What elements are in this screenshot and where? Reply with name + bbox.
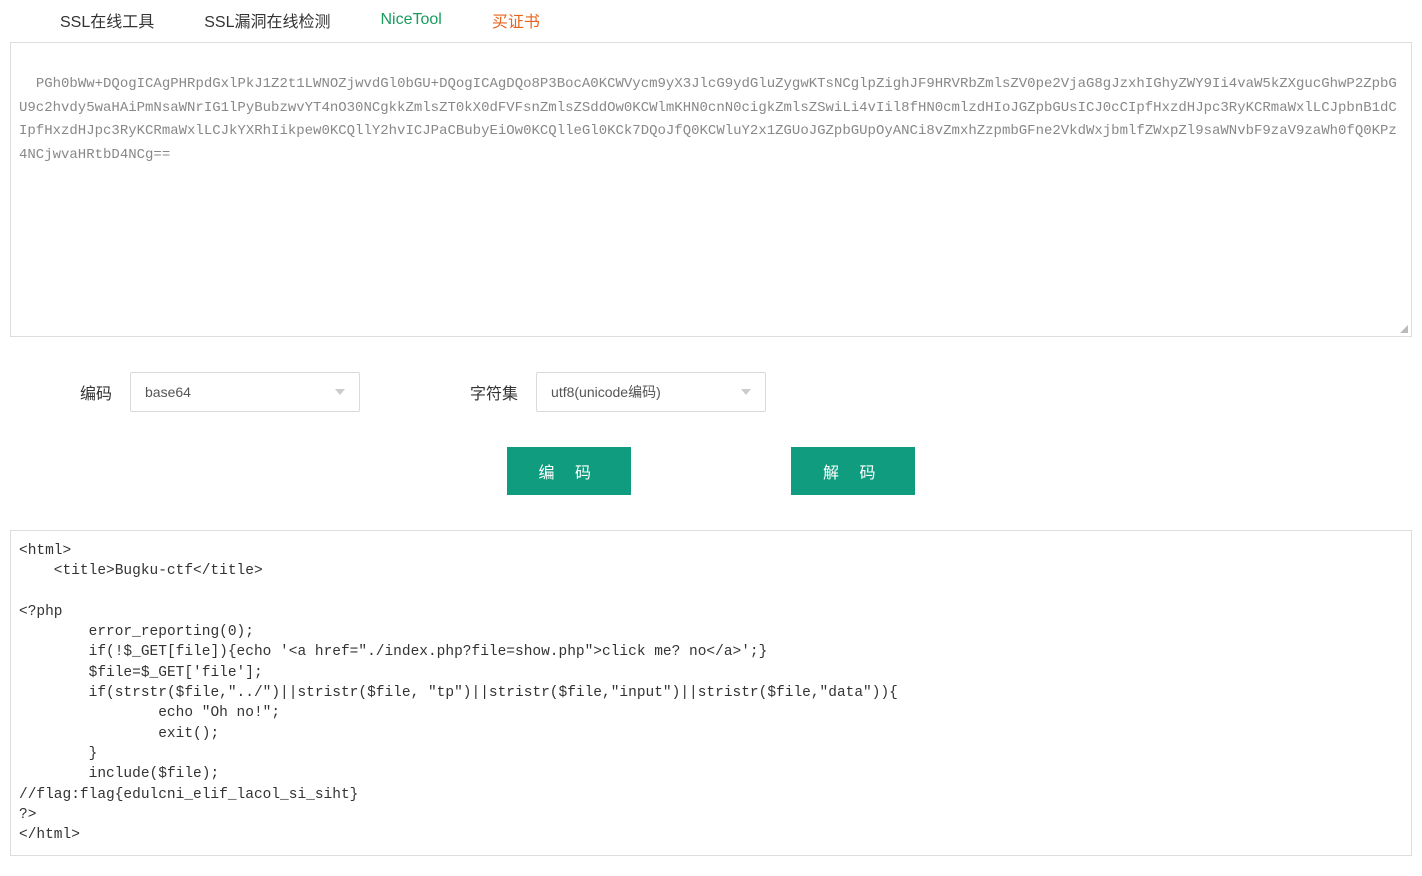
chevron-down-icon [335,389,345,395]
charset-label: 字符集 [470,380,518,404]
buttons-row: 编 码 解 码 [0,412,1422,525]
input-text-content: PGh0bWw+DQogICAgPHRpdGxlPkJ1Z2t1LWNOZjwv… [19,76,1397,163]
input-textarea[interactable]: PGh0bWw+DQogICAgPHRpdGxlPkJ1Z2t1LWNOZjwv… [10,42,1412,337]
decode-button[interactable]: 解 码 [791,447,915,495]
output-textarea[interactable]: <html> <title>Bugku-ctf</title> <?php er… [10,530,1412,856]
output-text-content: <html> <title>Bugku-ctf</title> <?php er… [19,543,898,843]
encoding-label: 编码 [80,380,112,404]
nav-ssl-scan[interactable]: SSL漏洞在线检测 [204,8,330,32]
top-nav: SSL在线工具 SSL漏洞在线检测 NiceTool 买证书 [0,0,1422,42]
charset-select-value: utf8(unicode编码) [551,382,661,402]
encode-button[interactable]: 编 码 [507,447,631,495]
nav-nicetool[interactable]: NiceTool [381,11,442,29]
resize-handle-icon[interactable] [1397,322,1409,334]
controls-row: 编码 base64 字符集 utf8(unicode编码) [0,337,1422,412]
nav-buy-cert[interactable]: 买证书 [492,8,540,32]
nav-ssl-tools[interactable]: SSL在线工具 [60,8,154,32]
charset-select[interactable]: utf8(unicode编码) [536,372,766,412]
encoding-select[interactable]: base64 [130,372,360,412]
chevron-down-icon [741,389,751,395]
encoding-select-value: base64 [145,384,191,400]
